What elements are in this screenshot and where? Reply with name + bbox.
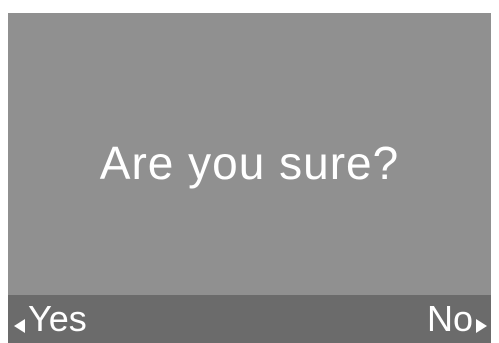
dialog-body: Are you sure? bbox=[8, 13, 491, 295]
right-arrow-icon bbox=[476, 319, 487, 333]
softkey-bar: Yes No bbox=[8, 295, 491, 343]
confirmation-dialog-screen: Are you sure? Yes No bbox=[8, 13, 491, 343]
yes-label: Yes bbox=[28, 298, 87, 339]
yes-softkey-button[interactable]: Yes bbox=[14, 295, 87, 343]
left-arrow-icon bbox=[14, 319, 25, 333]
no-label: No bbox=[426, 298, 473, 339]
confirmation-message: Are you sure? bbox=[99, 137, 400, 189]
no-softkey-button[interactable]: No bbox=[427, 295, 487, 343]
